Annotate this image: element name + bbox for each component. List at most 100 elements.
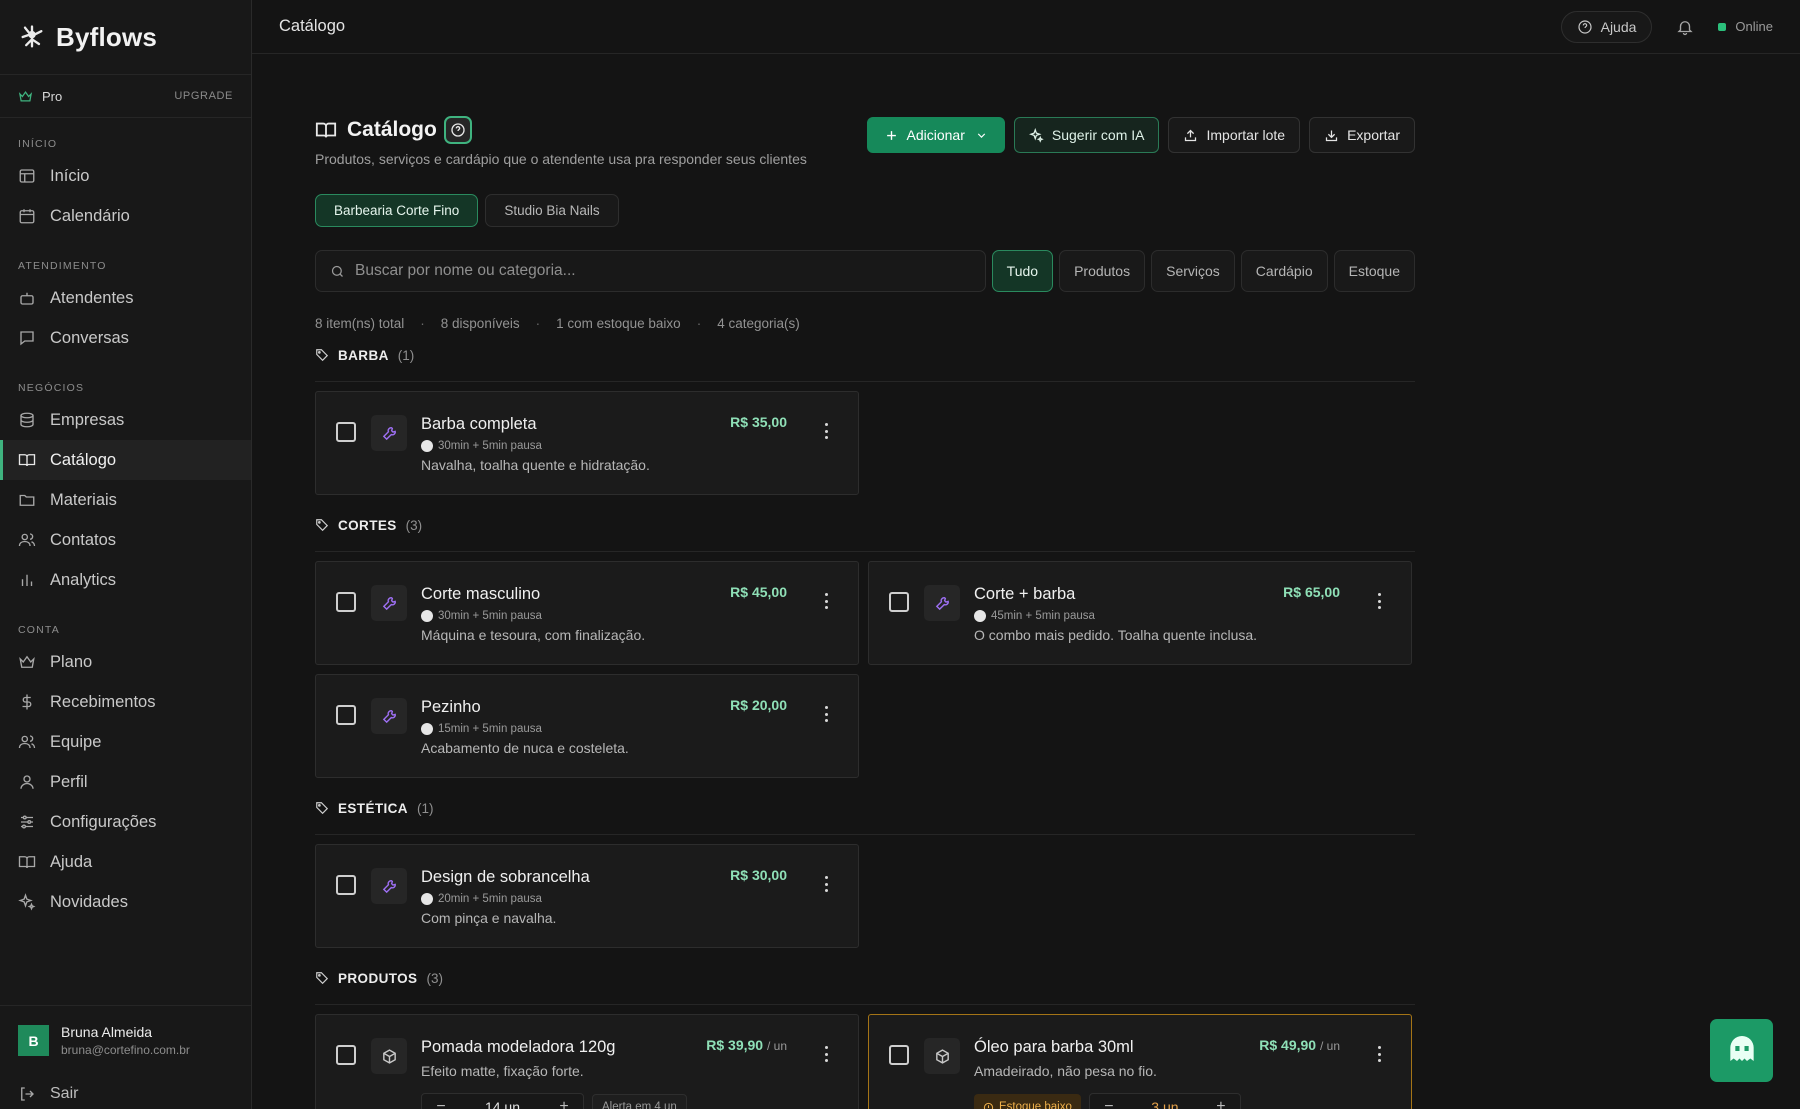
sidebar-item-analytics[interactable]: Analytics [0, 560, 251, 600]
sidebar-item-inicio[interactable]: Início [0, 156, 251, 196]
sidebar-item-label: Catálogo [50, 450, 117, 469]
help-button[interactable]: Ajuda [1560, 10, 1653, 43]
sparkles-icon [18, 893, 36, 911]
item-price: R$ 20,00 [730, 697, 787, 713]
sidebar-item-contatos[interactable]: Contatos [0, 520, 251, 560]
suggest-ai-button[interactable]: Sugerir com IA [1013, 117, 1160, 153]
alert-circle-icon [983, 1102, 994, 1109]
sidebar-item-novidades[interactable]: Novidades [0, 882, 251, 922]
item-checkbox[interactable] [889, 592, 909, 612]
download-icon [1325, 130, 1338, 141]
more-options-icon[interactable] [824, 876, 828, 892]
main: Catálogo Ajuda Online Catálogo Produtos,… [252, 0, 1800, 1109]
category-grid: Pomada modeladora 120g Efeito matte, fix… [315, 1014, 1415, 1109]
tab-barbearia-corte-fino[interactable]: Barbearia Corte Fino [315, 194, 479, 227]
sidebar-item-equipe[interactable]: Equipe [0, 722, 251, 762]
increment-button[interactable]: + [545, 1098, 583, 1109]
sidebar-item-recebimentos[interactable]: Recebimentos [0, 682, 251, 722]
item-checkbox[interactable] [336, 875, 356, 895]
user-profile[interactable]: B Bruna Almeida bruna@cortefino.com.br [18, 1024, 233, 1057]
sidebar-item-materiais[interactable]: Materiais [0, 480, 251, 520]
logout-button[interactable]: Sair [18, 1079, 233, 1109]
assistant-chat-button[interactable] [1710, 1019, 1773, 1082]
tag-icon [316, 349, 329, 362]
sidebar-item-atendentes[interactable]: Atendentes [0, 278, 251, 318]
logo[interactable]: Byflows [0, 0, 251, 75]
add-label: Adicionar [906, 127, 965, 143]
chevron-down-icon [977, 132, 986, 138]
upgrade-link[interactable]: UPGRADE [174, 90, 233, 102]
sidebar-item-conversas[interactable]: Conversas [0, 318, 251, 358]
tab-studio-bia-nails[interactable]: Studio Bia Nails [485, 194, 619, 227]
decrement-button[interactable]: − [1090, 1098, 1128, 1109]
sidebar-item-label: Contatos [50, 530, 117, 549]
page-help-button[interactable] [443, 116, 472, 144]
stock-value[interactable]: 3 un [1128, 1099, 1202, 1109]
layout-icon [19, 169, 35, 183]
decrement-button[interactable]: − [422, 1098, 460, 1109]
filter-estoque[interactable]: Estoque [1333, 250, 1415, 292]
catalog-item-card[interactable]: Barba completa 30min + 5min pausa Navalh… [315, 391, 859, 495]
increment-button[interactable]: + [1202, 1098, 1240, 1109]
price-unit: / un [1319, 1039, 1340, 1053]
book-icon [315, 122, 337, 138]
low-stock-label: Estoque baixo [999, 1101, 1072, 1109]
more-options-icon[interactable] [824, 593, 828, 609]
sidebar-item-empresas[interactable]: Empresas [0, 400, 251, 440]
business-tabs: Barbearia Corte Fino Studio Bia Nails [315, 194, 1415, 227]
catalog-item-card[interactable]: Pezinho 15min + 5min pausa Acabamento de… [315, 674, 859, 778]
sidebar-item-catalogo[interactable]: Catálogo [0, 440, 251, 480]
sidebar-item-perfil[interactable]: Perfil [0, 762, 251, 802]
filter-servicos[interactable]: Serviços [1151, 250, 1235, 292]
item-checkbox[interactable] [336, 422, 356, 442]
category-count: (3) [405, 517, 423, 533]
item-checkbox[interactable] [336, 592, 356, 612]
more-options-icon[interactable] [824, 1046, 828, 1062]
filter-tudo[interactable]: Tudo [991, 250, 1054, 292]
sidebar-item-label: Analytics [50, 570, 117, 589]
sidebar-item-configuracoes[interactable]: Configurações [0, 802, 251, 842]
folder-icon [19, 494, 35, 506]
sidebar-item-label: Conversas [50, 328, 129, 347]
crown-icon [19, 655, 35, 668]
more-options-icon[interactable] [824, 706, 828, 722]
sidebar-item-label: Recebimentos [50, 692, 156, 711]
item-name: Barba completa [421, 415, 537, 433]
bell-icon[interactable] [1676, 18, 1694, 36]
more-options-icon[interactable] [1377, 1046, 1381, 1062]
sidebar-footer: B Bruna Almeida bruna@cortefino.com.br S… [0, 1005, 251, 1109]
item-checkbox[interactable] [889, 1045, 909, 1065]
item-checkbox[interactable] [336, 1045, 356, 1065]
catalog-item-card[interactable]: Óleo para barba 30ml Amadeirado, não pes… [868, 1014, 1412, 1109]
export-button[interactable]: Exportar [1309, 117, 1415, 153]
more-options-icon[interactable] [824, 423, 828, 439]
sidebar-item-calendario[interactable]: Calendário [0, 196, 251, 236]
help-circle-icon [451, 123, 465, 137]
category-header-cortes: CORTES (3) [315, 513, 1415, 552]
plan-row[interactable]: Pro UPGRADE [0, 75, 251, 118]
catalog-item-card[interactable]: Corte masculino 30min + 5min pausa Máqui… [315, 561, 859, 665]
import-button[interactable]: Importar lote [1168, 117, 1301, 153]
sidebar-item-ajuda[interactable]: Ajuda [0, 842, 251, 882]
filter-produtos[interactable]: Produtos [1059, 250, 1146, 292]
more-options-icon[interactable] [1377, 593, 1381, 609]
calendar-icon [19, 209, 35, 224]
wrench-icon [382, 879, 396, 893]
search-input[interactable] [355, 262, 971, 280]
item-checkbox[interactable] [336, 705, 356, 725]
item-description: Máquina e tesoura, com finalização. [421, 627, 646, 643]
logout-icon [21, 1087, 34, 1101]
catalog-item-card[interactable]: Pomada modeladora 120g Efeito matte, fix… [315, 1014, 859, 1109]
catalog-item-card[interactable]: Corte + barba 45min + 5min pausa O combo… [868, 561, 1412, 665]
catalog-item-card[interactable]: Design de sobrancelha 20min + 5min pausa… [315, 844, 859, 948]
filter-cardapio[interactable]: Cardápio [1240, 250, 1328, 292]
stock-value[interactable]: 14 un [460, 1099, 545, 1109]
sparkles-icon [1028, 127, 1044, 143]
sidebar-item-plano[interactable]: Plano [0, 642, 251, 682]
wrench-icon [382, 709, 396, 723]
search-icon [331, 265, 343, 277]
plus-icon [886, 130, 896, 140]
category-grid: Design de sobrancelha 20min + 5min pausa… [315, 844, 1415, 948]
add-button[interactable]: Adicionar [866, 117, 1005, 153]
price-value: R$ 49,90 [1259, 1037, 1317, 1053]
